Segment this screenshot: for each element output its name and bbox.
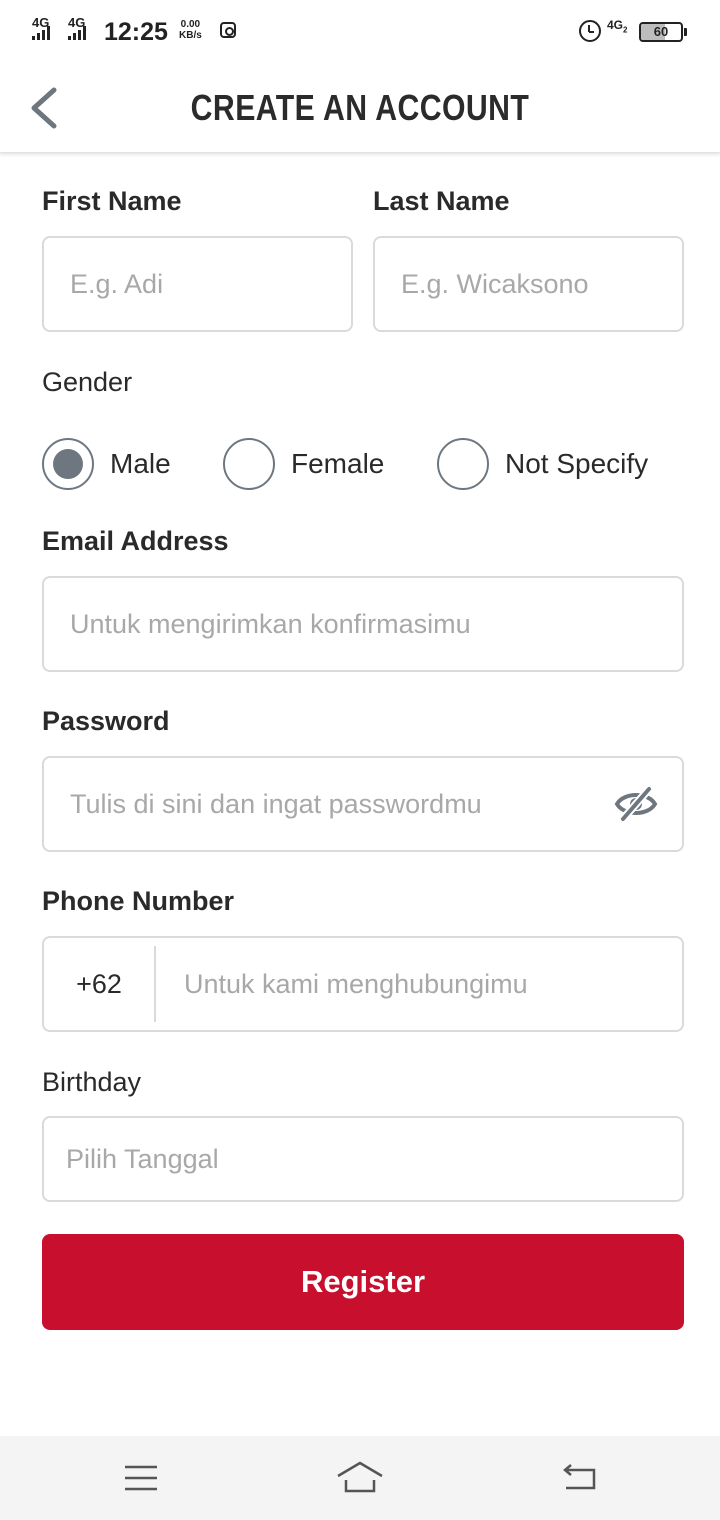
gender-option-label: Male <box>110 448 171 479</box>
alarm-icon <box>579 20 601 42</box>
navigation-bar <box>0 1436 720 1520</box>
battery-icon: 60 <box>639 22 683 42</box>
birthday-field[interactable] <box>42 1116 684 1202</box>
birthday-input[interactable] <box>66 1118 664 1200</box>
status-bar: 4G 4G 12:25 0.00 KB/s 4G2 60 <box>0 0 720 64</box>
last-name-field <box>373 236 684 332</box>
gender-option-male[interactable]: Male <box>42 438 171 490</box>
network-speed-value: 0.00 <box>180 19 201 30</box>
instagram-icon <box>220 22 236 38</box>
password-field <box>42 756 684 852</box>
network-speed: 0.00 KB/s <box>179 19 202 41</box>
battery-tip <box>684 28 687 36</box>
gender-option-female[interactable]: Female <box>223 438 384 490</box>
gender-option-label: Not Specify <box>505 448 649 479</box>
home-icon <box>337 1461 383 1493</box>
last-name-input[interactable] <box>401 238 668 330</box>
network-speed-unit: KB/s <box>179 30 202 41</box>
gender-option-label: Female <box>291 448 385 479</box>
gender-option-not-specify[interactable]: Not Specify <box>437 438 648 490</box>
first-name-input[interactable] <box>70 238 337 330</box>
home-button[interactable] <box>336 1456 384 1500</box>
menu-icon <box>125 1465 157 1491</box>
email-input[interactable] <box>70 578 668 670</box>
network-type-3-label: 4G <box>607 18 624 32</box>
email-label: Email Address <box>42 526 229 556</box>
password-visibility-toggle[interactable] <box>614 784 658 824</box>
radio-unchecked-icon <box>223 438 275 490</box>
country-code[interactable]: +62 <box>44 946 156 1022</box>
phone-label: Phone Number <box>42 886 235 916</box>
battery-level: 60 <box>653 24 669 39</box>
gender-label: Gender <box>42 367 133 397</box>
first-name-field <box>42 236 353 332</box>
birthday-label: Birthday <box>42 1067 142 1097</box>
page-title: CREATE AN ACCOUNT <box>190 87 530 128</box>
password-input[interactable] <box>70 758 590 850</box>
radio-checked-icon <box>42 438 94 490</box>
clock: 12:25 <box>104 18 168 46</box>
menu-button[interactable] <box>117 1456 165 1500</box>
network-type-3-sub: 2 <box>623 25 628 35</box>
back-arrow-icon <box>563 1464 596 1490</box>
phone-field: +62 <box>42 936 684 1032</box>
radio-unchecked-icon <box>437 438 489 490</box>
last-name-label: Last Name <box>373 186 510 216</box>
network-type-3: 4G2 <box>607 19 627 36</box>
password-label: Password <box>42 706 170 736</box>
signal-icon <box>68 26 86 40</box>
email-field <box>42 576 684 672</box>
first-name-label: First Name <box>42 186 182 216</box>
back-nav-button[interactable] <box>556 1456 604 1500</box>
register-button[interactable]: Register <box>42 1234 684 1330</box>
phone-input[interactable] <box>184 938 662 1030</box>
signal-icon <box>32 26 52 40</box>
app-header: CREATE AN ACCOUNT <box>0 64 720 153</box>
eye-off-icon <box>614 786 658 822</box>
